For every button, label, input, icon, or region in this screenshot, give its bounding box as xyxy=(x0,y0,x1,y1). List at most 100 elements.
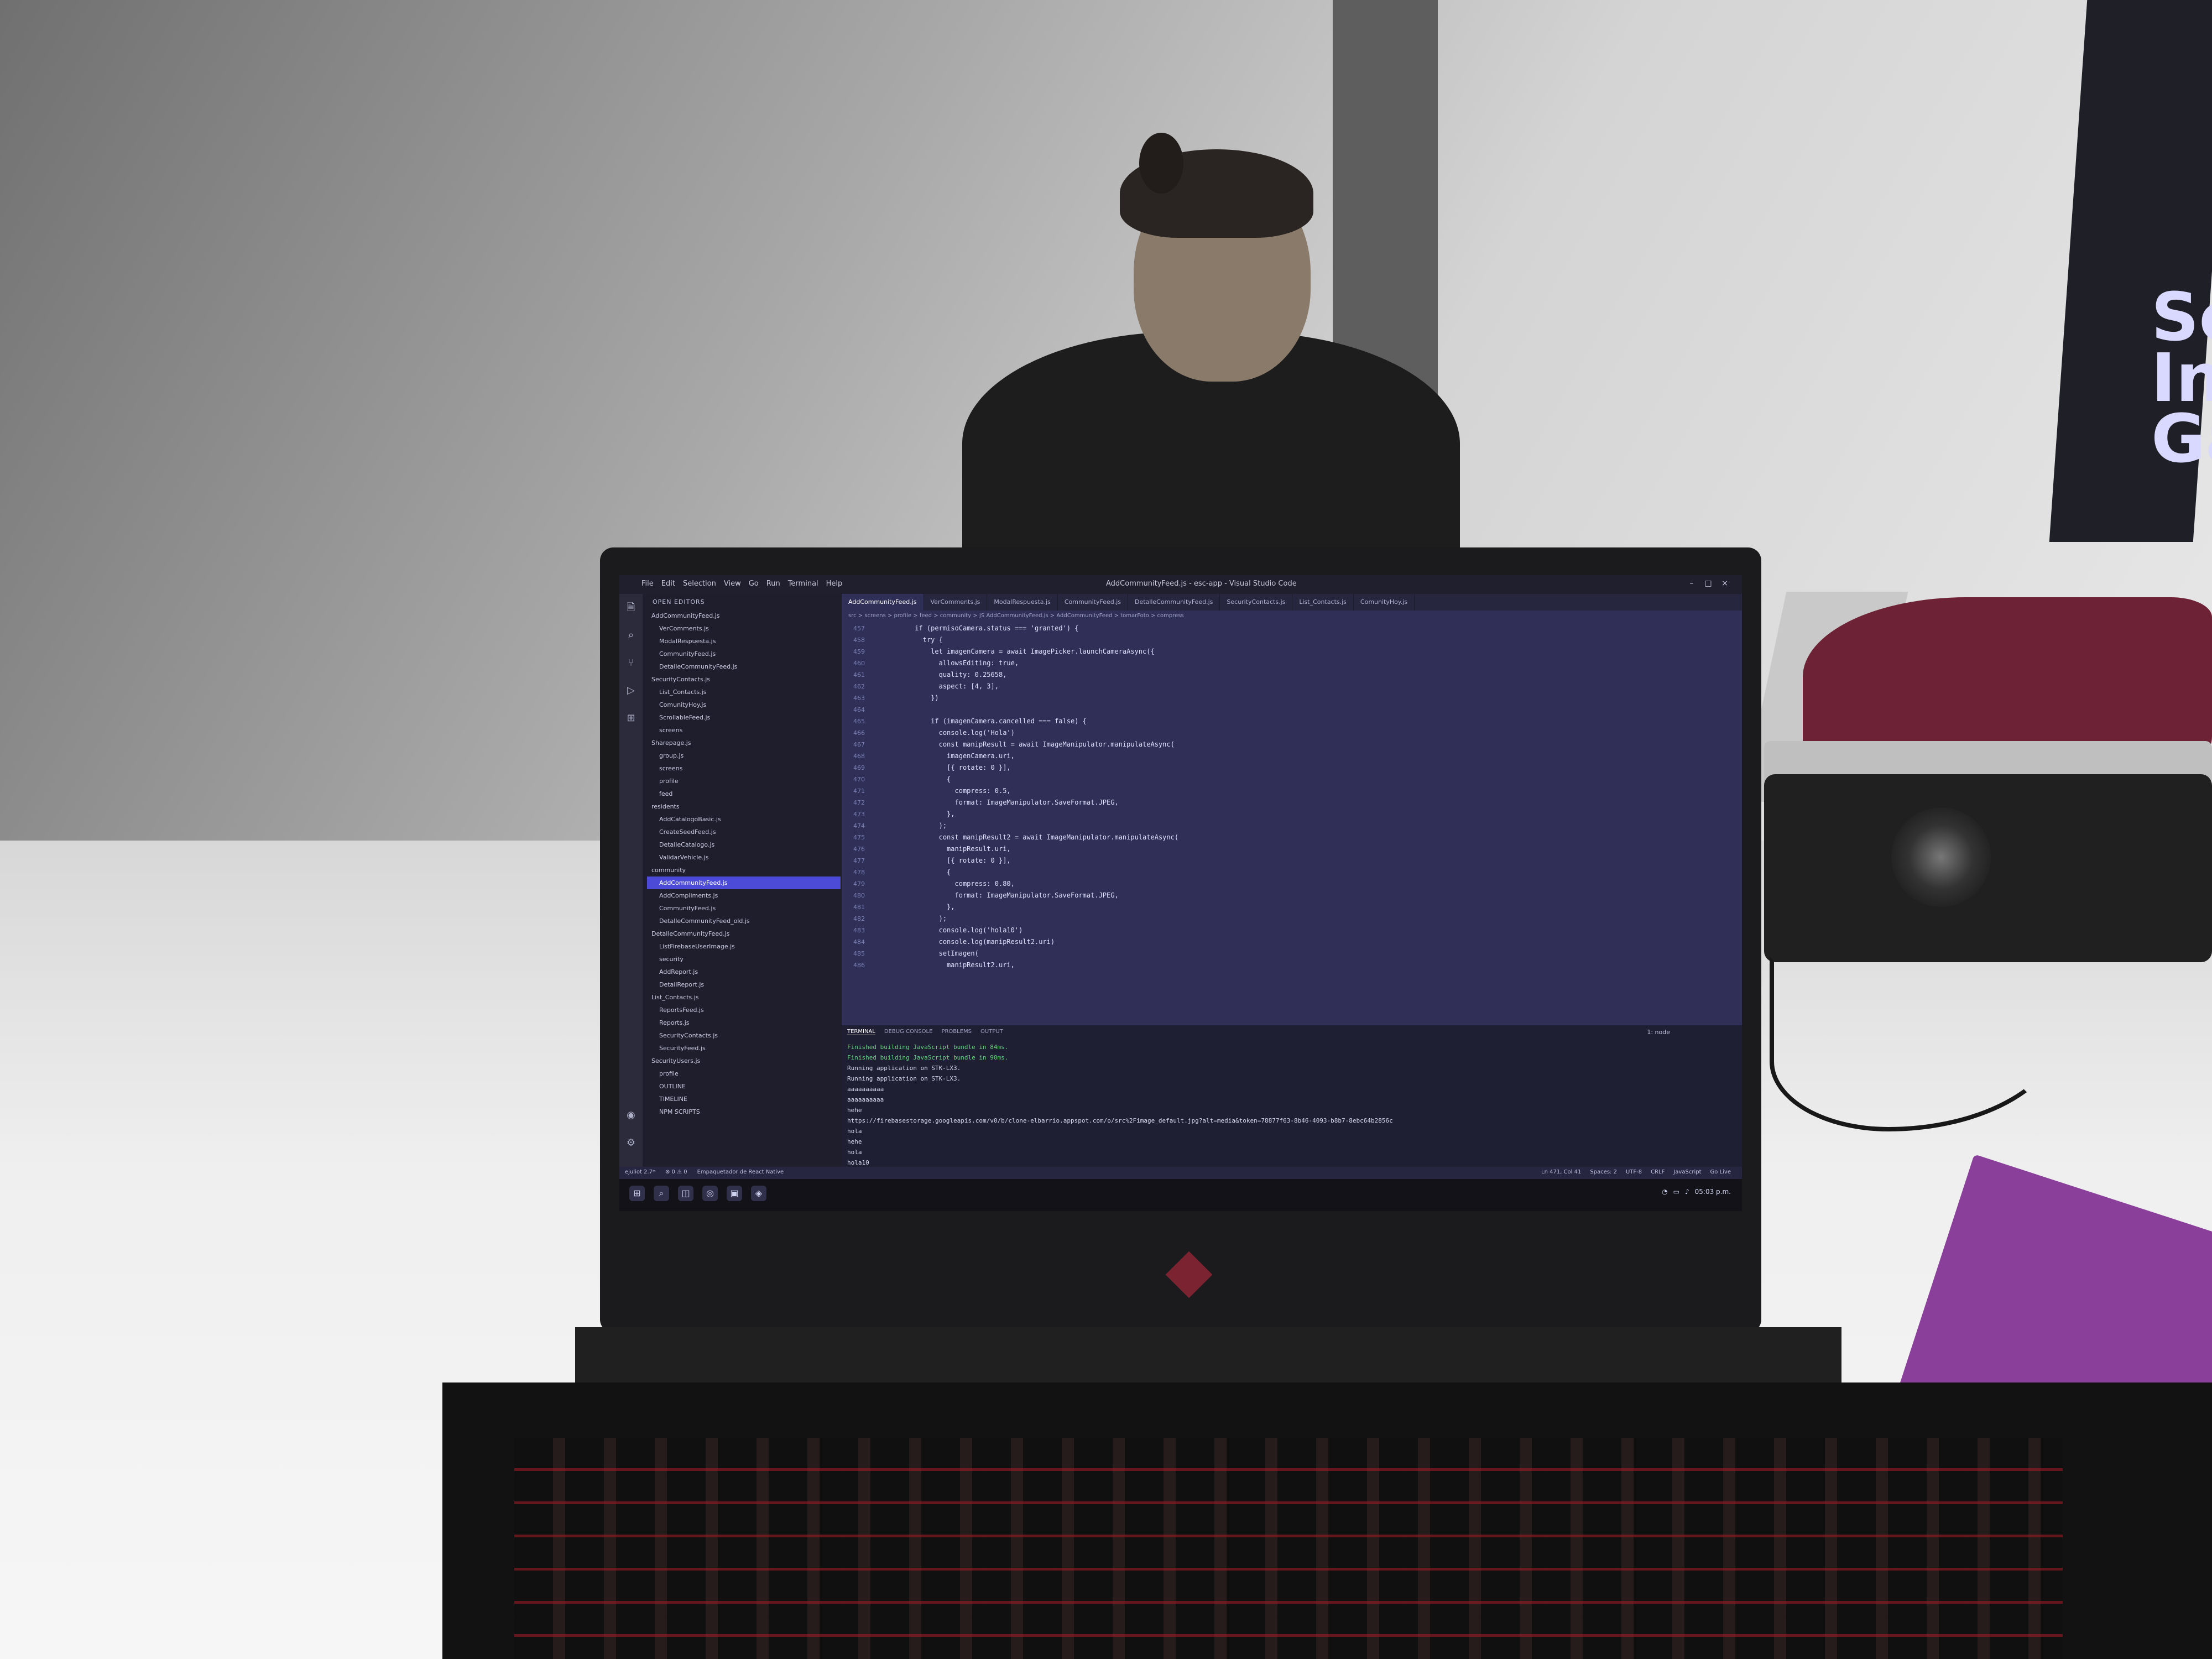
clock-text[interactable]: 05:03 p.m. xyxy=(1695,1188,1731,1196)
status-item[interactable]: Empaquetador de React Native xyxy=(697,1169,784,1175)
code-line[interactable]: imagenCamera.uri, xyxy=(875,750,1715,762)
editor-tab[interactable]: CommunityFeed.js xyxy=(1058,594,1129,611)
status-item[interactable]: Spaces: 2 xyxy=(1590,1169,1617,1175)
explorer-item[interactable]: AddCompliments.js xyxy=(647,889,841,902)
code-line[interactable]: ); xyxy=(875,820,1715,832)
extensions-icon[interactable]: ⊞ xyxy=(624,711,638,726)
code-line[interactable]: console.log('hola10') xyxy=(875,925,1715,936)
code-line[interactable]: const manipResult2 = await ImageManipula… xyxy=(875,832,1715,843)
code-line[interactable]: console.log(manipResult2.uri) xyxy=(875,936,1715,948)
status-item[interactable]: UTF-8 xyxy=(1626,1169,1642,1175)
explorer-item[interactable]: CommunityFeed.js xyxy=(647,648,841,660)
explorer-item[interactable]: ListFirebaseUserImage.js xyxy=(647,940,841,953)
explorer-item[interactable]: Sharepage.js xyxy=(647,737,841,749)
explorer-item[interactable]: OUTLINE xyxy=(647,1080,841,1093)
explorer-item[interactable]: SecurityFeed.js xyxy=(647,1042,841,1055)
code-line[interactable] xyxy=(875,704,1715,716)
explorer-item[interactable]: AddCommunityFeed.js xyxy=(647,877,841,889)
status-item[interactable]: Go Live xyxy=(1710,1169,1731,1175)
explorer-item[interactable]: AddCatalogoBasic.js xyxy=(647,813,841,826)
panel-tab[interactable]: DEBUG CONSOLE xyxy=(884,1029,933,1035)
status-item[interactable]: ejuliot 2.7* xyxy=(625,1169,655,1175)
menu-item[interactable]: Run xyxy=(766,580,780,588)
code-editor[interactable]: if (permisoCamera.status === 'granted') … xyxy=(875,623,1715,1025)
explorer-item[interactable]: ValidarVehicle.js xyxy=(647,851,841,864)
editor-tab[interactable]: ModalRespuesta.js xyxy=(987,594,1058,611)
explorer-item[interactable]: DetalleCommunityFeed_old.js xyxy=(647,915,841,927)
code-line[interactable]: ); xyxy=(875,913,1715,925)
code-line[interactable]: compress: 0.80, xyxy=(875,878,1715,890)
explorer-item[interactable]: residents xyxy=(647,800,841,813)
search-icon[interactable]: ⌕ xyxy=(624,628,638,643)
explorer-item[interactable]: AddCommunityFeed.js xyxy=(647,609,841,622)
explorer-item[interactable]: CreateSeedFeed.js xyxy=(647,826,841,838)
explorer-item[interactable]: DetailReport.js xyxy=(647,978,841,991)
explorer-item[interactable]: DetalleCommunityFeed.js xyxy=(647,927,841,940)
explorer-item[interactable]: List_Contacts.js xyxy=(647,991,841,1004)
explorer-item[interactable]: AddReport.js xyxy=(647,966,841,978)
status-item[interactable]: CRLF xyxy=(1651,1169,1665,1175)
explorer-item[interactable]: feed xyxy=(647,787,841,800)
explorer-item[interactable]: ComunityHoy.js xyxy=(647,698,841,711)
code-line[interactable]: try { xyxy=(875,634,1715,646)
search-icon[interactable]: ⌕ xyxy=(654,1186,669,1201)
editor-tab[interactable]: ComunityHoy.js xyxy=(1354,594,1415,611)
editor-tab[interactable]: DetalleCommunityFeed.js xyxy=(1128,594,1220,611)
code-line[interactable]: { xyxy=(875,774,1715,785)
code-line[interactable]: format: ImageManipulator.SaveFormat.JPEG… xyxy=(875,797,1715,808)
code-line[interactable]: manipResult.uri, xyxy=(875,843,1715,855)
code-line[interactable]: let imagenCamera = await ImagePicker.lau… xyxy=(875,646,1715,658)
wifi-icon[interactable]: ◔ xyxy=(1662,1188,1667,1196)
code-line[interactable]: { xyxy=(875,867,1715,878)
code-line[interactable]: [{ rotate: 0 }], xyxy=(875,855,1715,867)
explorer-item[interactable]: ScrollableFeed.js xyxy=(647,711,841,724)
terminal-selector[interactable]: 1: node xyxy=(1647,1029,1670,1036)
explorer-item[interactable]: screens xyxy=(647,724,841,737)
explorer-item[interactable]: NPM SCRIPTS xyxy=(647,1105,841,1118)
browser-icon[interactable]: ◎ xyxy=(702,1186,718,1201)
code-line[interactable]: }) xyxy=(875,692,1715,704)
code-line[interactable]: }, xyxy=(875,901,1715,913)
explorer-item[interactable]: VerComments.js xyxy=(647,622,841,635)
folder-icon[interactable]: ▣ xyxy=(727,1186,742,1201)
explorer-item[interactable]: group.js xyxy=(647,749,841,762)
menu-item[interactable]: Go xyxy=(749,580,759,588)
code-line[interactable]: console.log('Hola') xyxy=(875,727,1715,739)
menu-item[interactable]: Edit xyxy=(661,580,675,588)
code-line[interactable]: [{ rotate: 0 }], xyxy=(875,762,1715,774)
code-line[interactable]: setImagen( xyxy=(875,948,1715,959)
source-control-icon[interactable]: ⑂ xyxy=(624,656,638,670)
code-line[interactable]: format: ImageManipulator.SaveFormat.JPEG… xyxy=(875,890,1715,901)
explorer-item[interactable]: ModalRespuesta.js xyxy=(647,635,841,648)
vscode-icon[interactable]: ◈ xyxy=(751,1186,766,1201)
editor-tab[interactable]: VerComments.js xyxy=(924,594,988,611)
start-icon[interactable]: ⊞ xyxy=(629,1186,645,1201)
explorer-item[interactable]: SecurityContacts.js xyxy=(647,1029,841,1042)
code-line[interactable]: const manipResult = await ImageManipulat… xyxy=(875,739,1715,750)
panel-tab[interactable]: TERMINAL xyxy=(847,1029,875,1035)
volume-icon[interactable]: ♪ xyxy=(1685,1188,1689,1196)
code-line[interactable]: aspect: [4, 3], xyxy=(875,681,1715,692)
code-line[interactable]: compress: 0.5, xyxy=(875,785,1715,797)
explorer-item[interactable]: community xyxy=(647,864,841,877)
status-item[interactable]: ⊗ 0 ⚠ 0 xyxy=(665,1169,687,1175)
explorer-item[interactable]: DetalleCatalogo.js xyxy=(647,838,841,851)
menu-item[interactable]: Help xyxy=(826,580,843,588)
status-item[interactable]: JavaScript xyxy=(1673,1169,1701,1175)
explorer-item[interactable]: List_Contacts.js xyxy=(647,686,841,698)
code-line[interactable]: quality: 0.25658, xyxy=(875,669,1715,681)
panel-tab[interactable]: PROBLEMS xyxy=(941,1029,972,1035)
battery-icon[interactable]: ▭ xyxy=(1673,1188,1679,1196)
explorer-item[interactable]: security xyxy=(647,953,841,966)
explorer-item[interactable]: SecurityContacts.js xyxy=(647,673,841,686)
code-line[interactable]: if (permisoCamera.status === 'granted') … xyxy=(875,623,1715,634)
explorer-item[interactable]: DetalleCommunityFeed.js xyxy=(647,660,841,673)
editor-tab[interactable]: SecurityContacts.js xyxy=(1220,594,1293,611)
settings-icon[interactable]: ⚙ xyxy=(624,1136,638,1150)
menu-item[interactable]: Terminal xyxy=(788,580,818,588)
menu-item[interactable]: File xyxy=(641,580,654,588)
code-line[interactable]: manipResult2.uri, xyxy=(875,959,1715,971)
explorer-item[interactable]: SecurityUsers.js xyxy=(647,1055,841,1067)
task-view-icon[interactable]: ◫ xyxy=(678,1186,693,1201)
editor-tab[interactable]: AddCommunityFeed.js xyxy=(842,594,924,611)
